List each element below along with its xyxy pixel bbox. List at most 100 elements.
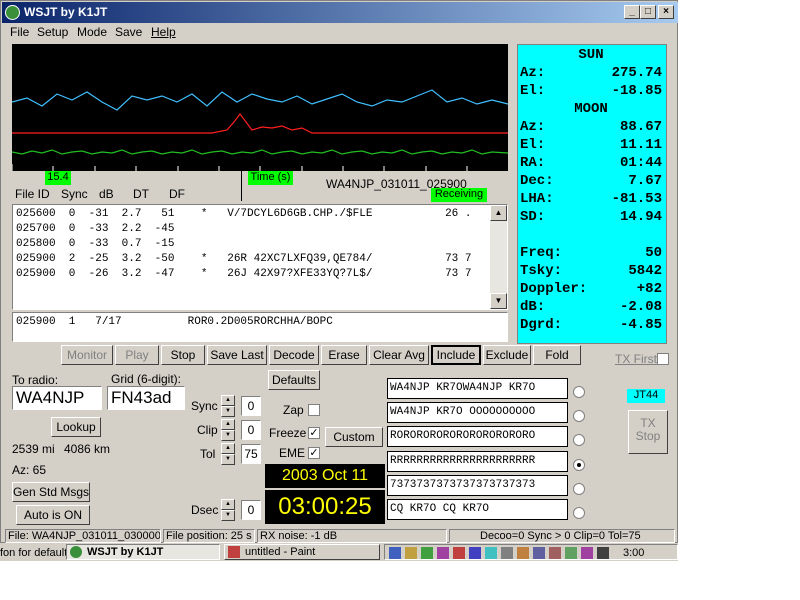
tx-radio-1[interactable] <box>573 386 585 398</box>
tx-message-4[interactable]: RRRRRRRRRRRRRRRRRRRRRR <box>387 451 568 472</box>
moon-el-row: El: 11.11 <box>520 137 662 155</box>
spin-down-icon[interactable]: ▼ <box>221 454 235 465</box>
header-df: DF <box>169 187 185 201</box>
grid-input[interactable]: FN43ad <box>107 386 185 410</box>
tx-message-1[interactable]: WA4NJP KR7OWA4NJP KR7O <box>387 378 568 399</box>
maximize-button[interactable]: □ <box>640 5 656 19</box>
clip-value[interactable]: 0 <box>241 420 261 440</box>
tray-icon[interactable] <box>485 547 497 559</box>
tray-icon[interactable] <box>597 547 609 559</box>
spin-up-icon[interactable]: ▲ <box>221 499 235 510</box>
tx-first-checkbox[interactable] <box>657 353 669 365</box>
tray-icon[interactable] <box>389 547 401 559</box>
close-button[interactable]: × <box>658 5 674 19</box>
erase-button[interactable]: Erase <box>321 345 367 365</box>
tol-value[interactable]: 75 <box>241 444 261 464</box>
tray-icon[interactable] <box>469 547 481 559</box>
scroll-down-arrow-icon[interactable]: ▼ <box>490 293 507 309</box>
tol-spinner[interactable]: ▲ ▼ <box>221 443 235 465</box>
tray-icon[interactable] <box>565 547 577 559</box>
decode-button[interactable]: Decode <box>269 345 319 365</box>
play-button[interactable]: Play <box>115 345 159 365</box>
tx-stop-button[interactable]: TX Stop <box>628 410 668 454</box>
exclude-button[interactable]: Exclude <box>483 345 531 365</box>
header-dt: DT <box>133 187 149 201</box>
eme-checkbox[interactable]: ✓ <box>308 447 320 459</box>
tray-icon[interactable] <box>533 547 545 559</box>
menu-setup[interactable]: Setup <box>37 25 68 39</box>
monitor-button[interactable]: Monitor <box>61 345 113 365</box>
spin-up-icon[interactable]: ▲ <box>221 419 235 430</box>
decoded-text-area[interactable]: 025600 0 -31 2.7 51 * V/7DCYL6D6GB.CHP./… <box>12 204 508 310</box>
paint-task-icon <box>228 546 240 558</box>
spectrum-display[interactable] <box>11 44 509 171</box>
spin-up-icon[interactable]: ▲ <box>221 443 235 454</box>
save-last-button[interactable]: Save Last <box>207 345 267 365</box>
average-text-area[interactable]: 025900 1 7/17 ROR0.2D005RORCHHA/BOPC <box>12 312 508 342</box>
row-key: RA: <box>520 155 546 171</box>
tx-message-3[interactable]: RORORORORORORORORORORO <box>387 426 568 447</box>
sync-value[interactable]: 0 <box>241 396 261 416</box>
fold-button[interactable]: Fold <box>533 345 581 365</box>
menu-help[interactable]: Help <box>151 25 176 39</box>
zap-checkbox[interactable] <box>308 404 320 416</box>
stop-button[interactable]: Stop <box>161 345 205 365</box>
freeze-checkbox[interactable]: ✓ <box>308 427 320 439</box>
row-value: 275.74 <box>611 65 662 81</box>
tx-radio-6[interactable] <box>573 507 585 519</box>
menu-save[interactable]: Save <box>115 25 142 39</box>
tx-radio-5[interactable] <box>573 483 585 495</box>
gen-std-msgs-button[interactable]: Gen Std Msgs <box>12 482 90 502</box>
tray-icon[interactable] <box>453 547 465 559</box>
spin-up-icon[interactable]: ▲ <box>221 395 235 406</box>
row-key: Az: <box>520 65 546 81</box>
tx-message-5[interactable]: 7373737373737373737373 <box>387 475 568 496</box>
tray-icon[interactable] <box>421 547 433 559</box>
decode-line: 025800 0 -33 0.7 -15 <box>16 238 175 250</box>
menu-file[interactable]: File <box>10 25 29 39</box>
spin-down-icon[interactable]: ▼ <box>221 430 235 441</box>
scroll-up-arrow-icon[interactable]: ▲ <box>490 205 507 221</box>
custom-button[interactable]: Custom <box>325 427 383 447</box>
tray-icon[interactable] <box>501 547 513 559</box>
taskbar-item-paint[interactable]: untitled - Paint <box>224 544 380 560</box>
tx-radio-3[interactable] <box>573 434 585 446</box>
decode-line: 025700 0 -33 2.2 -45 <box>16 223 175 235</box>
taskbar-item-wsjt[interactable]: WSJT by K1JT <box>66 544 220 560</box>
spectrum-ticks <box>11 164 468 171</box>
receiving-status: Receiving <box>431 188 487 202</box>
spin-down-icon[interactable]: ▼ <box>221 510 235 521</box>
title-bar[interactable]: WSJT by K1JT _ □ × <box>2 2 678 23</box>
defaults-button[interactable]: Defaults <box>268 370 320 390</box>
menu-mode[interactable]: Mode <box>77 25 107 39</box>
to-radio-input[interactable]: WA4NJP <box>12 386 102 410</box>
decode-scrollbar[interactable]: ▲ ▼ <box>490 205 507 309</box>
tray-icon[interactable] <box>405 547 417 559</box>
tx-radio-2[interactable] <box>573 410 585 422</box>
tx-first-label: TX First <box>615 352 657 366</box>
tray-icon[interactable] <box>581 547 593 559</box>
tx-message-6[interactable]: CQ KR7O CQ KR7O <box>387 499 568 520</box>
include-button[interactable]: Include <box>431 345 481 365</box>
spin-down-icon[interactable]: ▼ <box>221 406 235 417</box>
row-value: 14.94 <box>619 209 662 225</box>
clear-avg-button[interactable]: Clear Avg <box>369 345 429 365</box>
clip-spinner[interactable]: ▲ ▼ <box>221 419 235 441</box>
minimize-button[interactable]: _ <box>624 5 640 19</box>
tray-icon[interactable] <box>549 547 561 559</box>
tx-message-2[interactable]: WA4NJP KR7O OOOOOOOOOO <box>387 402 568 423</box>
auto-on-button[interactable]: Auto is ON <box>16 505 90 525</box>
dsec-value[interactable]: 0 <box>241 500 261 520</box>
row-key: Freq: <box>520 245 563 261</box>
dsec-spinner[interactable]: ▲ ▼ <box>221 499 235 521</box>
dgrd-row: Dgrd: -4.85 <box>520 317 662 335</box>
tx-radio-4[interactable] <box>573 459 585 471</box>
tray-icon[interactable] <box>517 547 529 559</box>
moon-sd-row: SD: 14.94 <box>520 209 662 227</box>
spectrum-cyan-trace <box>11 89 509 111</box>
tray-icon[interactable] <box>437 547 449 559</box>
sync-spinner[interactable]: ▲ ▼ <box>221 395 235 417</box>
lookup-button[interactable]: Lookup <box>51 417 101 437</box>
db-row: dB: -2.08 <box>520 299 662 317</box>
status-decode-params: Decoo=0 Sync > 0 Clip=0 Tol=75 <box>449 529 675 543</box>
